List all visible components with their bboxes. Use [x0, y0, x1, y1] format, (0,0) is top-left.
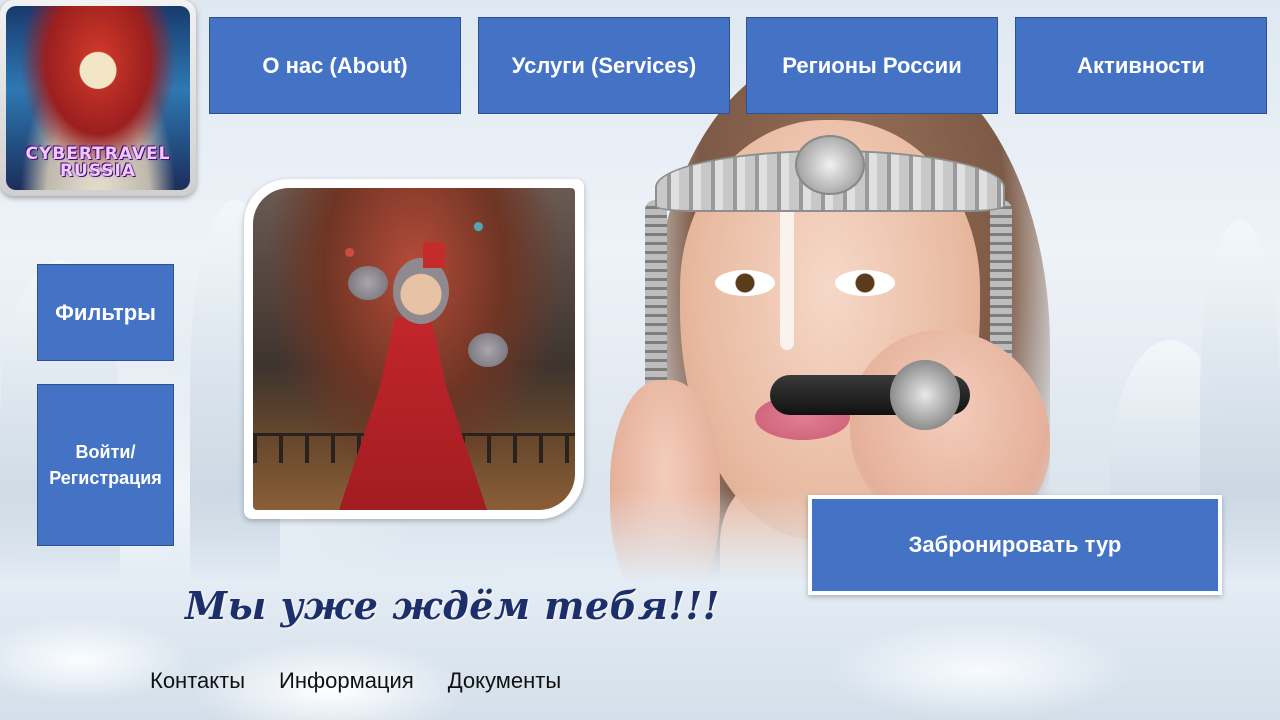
tagline: Мы уже ждём тебя!!!	[185, 583, 720, 628]
portrait-eye	[835, 270, 895, 296]
nav-regions-button[interactable]: Регионы России	[746, 17, 998, 114]
nav-activities-button[interactable]: Активности	[1015, 17, 1267, 114]
site-logo[interactable]: CYBERTRAVEL RUSSIA	[0, 0, 196, 196]
logo-image: CYBERTRAVEL RUSSIA	[6, 6, 190, 190]
logo-text: CYBERTRAVEL RUSSIA	[6, 146, 190, 180]
book-tour-button[interactable]: Забронировать тур	[812, 499, 1218, 591]
footer-link-information[interactable]: Информация	[279, 668, 414, 694]
headband-medallion	[795, 135, 865, 195]
logo-text-line2: RUSSIA	[59, 161, 137, 181]
portrait-eye	[715, 270, 775, 296]
filters-button[interactable]: Фильтры	[37, 264, 174, 361]
dancer-red-coat	[338, 318, 488, 510]
footer-links: Контакты Информация Документы	[150, 668, 561, 694]
dancer-fur-cuff	[348, 266, 388, 300]
book-tour-cta: Забронировать тур	[808, 495, 1222, 595]
login-register-button[interactable]: Войти/ Регистрация	[37, 384, 174, 546]
footer-link-documents[interactable]: Документы	[448, 668, 561, 694]
featured-photo	[253, 188, 575, 510]
login-label: Войти/	[75, 442, 136, 462]
dancer-hat	[423, 242, 445, 268]
khomus-head	[890, 360, 960, 430]
featured-photo-frame	[244, 179, 584, 519]
face-paint	[780, 190, 794, 350]
register-label: Регистрация	[49, 468, 162, 488]
nav-about-button[interactable]: О нас (About)	[209, 17, 461, 114]
footer-link-contacts[interactable]: Контакты	[150, 668, 245, 694]
nav-services-button[interactable]: Услуги (Services)	[478, 17, 730, 114]
dancer-fur-cuff	[468, 333, 508, 367]
